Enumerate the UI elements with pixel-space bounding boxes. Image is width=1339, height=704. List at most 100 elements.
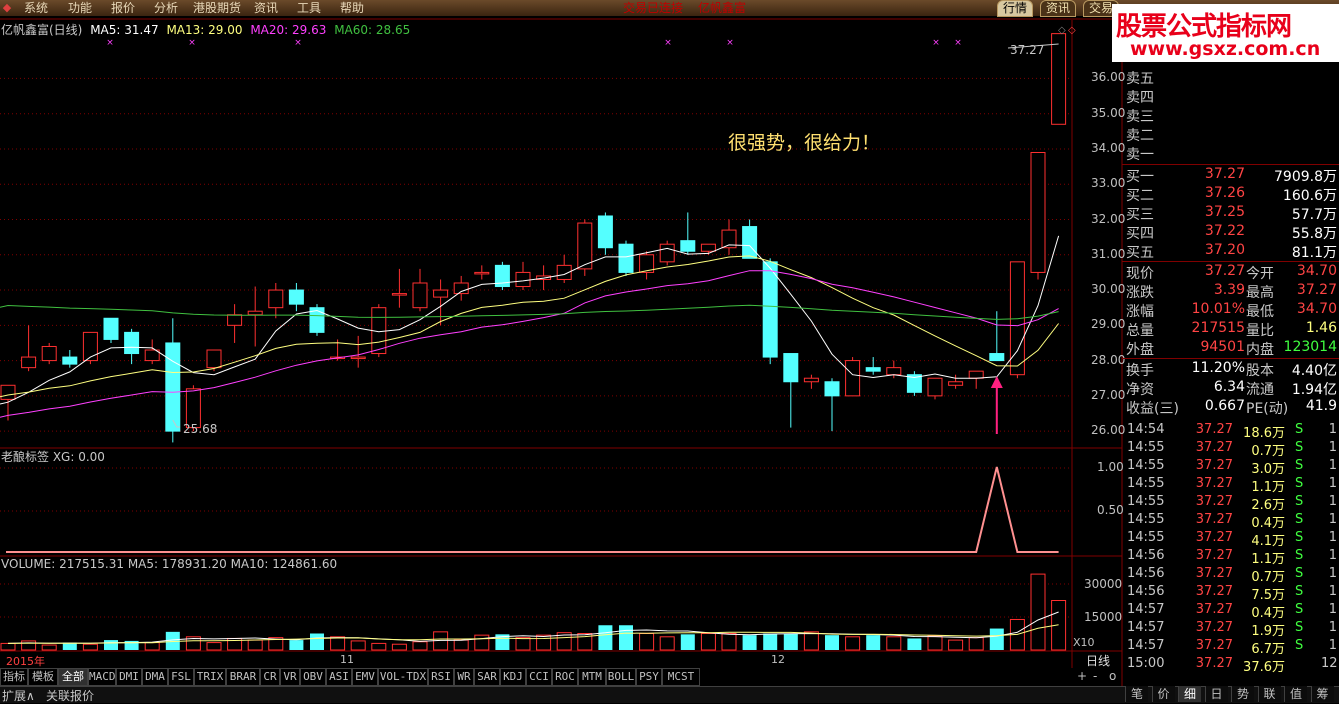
indicator-tab-roc[interactable]: ROC xyxy=(552,668,578,686)
quote-label: 现价 xyxy=(1126,266,1154,282)
zoom-reset-button[interactable]: o xyxy=(1109,669,1116,683)
volume-bar xyxy=(825,635,839,650)
up-arrow-head xyxy=(990,376,1003,388)
price-axis-label: 28.00 xyxy=(1091,352,1126,367)
indicator-tab-vol-tdx[interactable]: VOL-TDX xyxy=(378,668,428,686)
tick-row: 14:57 37.27 0.4万 S 1 xyxy=(1125,601,1339,621)
price-axis-label: 34.00 xyxy=(1091,140,1126,155)
main-chart-header: 亿帆鑫富(日线) MA5: 31.47 MA13: 29.00 MA20: 29… xyxy=(1,23,410,37)
buy-level-label: 买三 xyxy=(1126,207,1154,223)
tick-side: S xyxy=(1295,476,1304,491)
volume-multiplier: X10 xyxy=(1073,636,1095,649)
signal-marker: × xyxy=(664,38,672,48)
volume-axis-15000: 15000 xyxy=(1084,610,1123,624)
candle-body xyxy=(845,360,861,397)
indicator-tab-macd[interactable]: MACD xyxy=(88,668,116,686)
volume-bar xyxy=(721,633,737,651)
divider xyxy=(1122,261,1339,262)
right-tab-3[interactable]: 日 xyxy=(1204,686,1228,702)
buy-level-volume: 55.8万 xyxy=(1291,226,1337,242)
indicator-tab-wr[interactable]: WR xyxy=(454,668,474,686)
price-axis-label: 35.00 xyxy=(1091,105,1126,120)
quote-value: 1.46 xyxy=(1305,320,1337,336)
indicator-tab-kdj[interactable]: KDJ xyxy=(500,668,526,686)
related-quote-button[interactable]: 关联报价 xyxy=(46,687,94,704)
tick-time: 14:55 xyxy=(1127,458,1165,473)
indicator-tab-模板[interactable]: 模板 xyxy=(28,668,58,686)
candle-body xyxy=(124,331,140,355)
right-tab-6[interactable]: 值 xyxy=(1284,686,1307,702)
tick-time: 15:00 xyxy=(1127,656,1165,671)
annotation-comment: 很强势，很给力！ xyxy=(728,132,881,154)
tick-price: 37.27 xyxy=(1195,494,1233,509)
indicator-tab-指标[interactable]: 指标 xyxy=(0,668,28,686)
ma20-line xyxy=(0,270,1059,418)
tick-row: 14:57 37.27 1.9万 S 1 xyxy=(1125,619,1339,639)
tick-side: S xyxy=(1295,548,1304,563)
indicator-tab-dmi[interactable]: DMI xyxy=(116,668,142,686)
signal-marker: × xyxy=(106,38,114,48)
indicator-tab-trix[interactable]: TRIX xyxy=(194,668,226,686)
indicator-tab-cr[interactable]: CR xyxy=(260,668,280,686)
indicator-tab-dma[interactable]: DMA xyxy=(142,668,168,686)
right-tab-2[interactable]: 细 xyxy=(1178,686,1201,702)
volume-bar xyxy=(866,635,881,650)
quote-value: 217515 xyxy=(1191,320,1245,336)
expand-button[interactable]: 扩展∧ xyxy=(2,687,35,704)
indicator-tab-rsi[interactable]: RSI xyxy=(428,668,454,686)
candle-body xyxy=(742,226,758,259)
ma60-line xyxy=(0,304,1059,320)
volume-bar xyxy=(0,642,16,651)
candle-body xyxy=(268,289,284,309)
right-tab-1[interactable]: 价 xyxy=(1151,686,1175,702)
buy-level-price: 37.20 xyxy=(1204,242,1245,258)
indicator-tab-obv[interactable]: OBV xyxy=(300,668,326,686)
right-tab-7[interactable]: 筹 xyxy=(1310,686,1334,702)
indicator-tab-vr[interactable]: VR xyxy=(280,668,300,686)
zoom-in-button[interactable]: + xyxy=(1077,669,1087,683)
scroll-marker-icon: ◇ xyxy=(1058,25,1066,36)
indicator-tab-psy[interactable]: PSY xyxy=(636,668,662,686)
indicator-tab-fsl[interactable]: FSL xyxy=(168,668,194,686)
tick-row: 14:54 37.27 18.6万 S 1 xyxy=(1125,421,1339,441)
ma13-value: MA13: 29.00 xyxy=(166,23,243,37)
volume-bar xyxy=(453,639,469,651)
buy-level: 买四 37.22 55.8万 xyxy=(1125,223,1339,242)
zoom-out-button[interactable]: - xyxy=(1093,669,1097,683)
indicator-tab-mtm[interactable]: MTM xyxy=(578,668,606,686)
signal-marker: × xyxy=(954,38,962,48)
indicator-tab-mcst[interactable]: MCST xyxy=(662,668,700,686)
quote-row: 总量 217515 量比 1.46 xyxy=(1125,320,1339,339)
quote-label: 总量 xyxy=(1126,323,1154,339)
volume-bar xyxy=(536,634,552,651)
finance-value: 1.94亿 xyxy=(1291,382,1337,398)
buy-level: 买五 37.20 81.1万 xyxy=(1125,242,1339,261)
price-axis-label: 33.00 xyxy=(1091,176,1126,191)
indicator-tab-asi[interactable]: ASI xyxy=(326,668,352,686)
candle-body xyxy=(700,243,716,252)
candle-body xyxy=(62,356,78,365)
candle-body xyxy=(886,367,902,376)
right-tab-0[interactable]: 笔 xyxy=(1125,686,1148,702)
right-tab-4[interactable]: 势 xyxy=(1231,686,1254,702)
candle-body xyxy=(515,271,531,288)
buy-level: 买二 37.26 160.6万 xyxy=(1125,185,1339,204)
indicator-tab-cci[interactable]: CCI xyxy=(526,668,552,686)
volume-bar xyxy=(659,636,675,651)
candle-body xyxy=(659,243,675,263)
volume-bar xyxy=(927,635,943,651)
tick-count: 1 xyxy=(1328,422,1337,437)
indicator-tab-boll[interactable]: BOLL xyxy=(606,668,636,686)
indicator-tab-brar[interactable]: BRAR xyxy=(226,668,260,686)
volume-bar xyxy=(680,634,695,650)
period-label[interactable]: 日线 xyxy=(1086,652,1110,669)
buy-level-price: 37.27 xyxy=(1204,166,1245,182)
sell-level: 卖四 xyxy=(1125,87,1339,106)
indicator-tab-全部[interactable]: 全部 xyxy=(58,668,88,686)
xg-line xyxy=(6,466,1059,553)
candle-body xyxy=(474,271,490,275)
tick-count: 1 xyxy=(1328,494,1337,509)
right-tab-5[interactable]: 联 xyxy=(1257,686,1281,702)
indicator-tab-sar[interactable]: SAR xyxy=(474,668,500,686)
indicator-tab-emv[interactable]: EMV xyxy=(352,668,378,686)
